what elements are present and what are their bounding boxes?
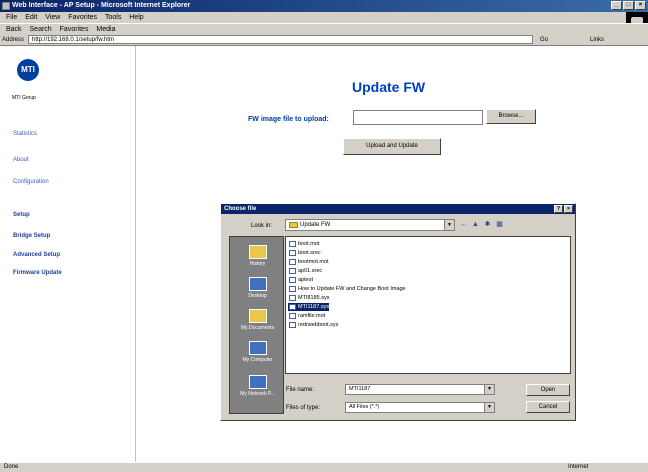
dialog-close-button[interactable]: ×: [564, 205, 573, 213]
fw-file-label: FW image file to upload:: [248, 116, 329, 123]
company-logo: MTI: [17, 59, 39, 81]
list-item[interactable]: bootmot.mot: [288, 258, 329, 266]
place-my-documents[interactable]: My Documents: [230, 309, 285, 331]
open-button[interactable]: Open: [526, 384, 570, 396]
browser-toolbar: Back Search Favorites Media: [0, 23, 648, 34]
menu-edit[interactable]: Edit: [25, 14, 37, 21]
chevron-down-icon[interactable]: ▼: [484, 385, 494, 394]
file-icon: [289, 277, 296, 283]
desktop-icon: [248, 277, 267, 291]
media-button[interactable]: Media: [96, 26, 115, 33]
chevron-down-icon[interactable]: ▼: [484, 403, 494, 412]
minimize-button[interactable]: _: [611, 1, 622, 10]
address-bar: Address http://192.168.0.1/setup/fw.htm …: [0, 34, 648, 46]
place-desktop[interactable]: Desktop: [230, 277, 285, 299]
dialog-titlebar: Choose file ? ×: [221, 204, 575, 214]
list-item[interactable]: ap01.srec: [288, 267, 322, 275]
search-button[interactable]: Search: [30, 26, 52, 33]
nav-statistics[interactable]: Statistics: [13, 131, 37, 137]
company-name: MTI Group: [12, 95, 36, 101]
cancel-button[interactable]: Cancel: [526, 401, 570, 413]
window-titlebar: Web Interface - AP Setup - Microsoft Int…: [0, 0, 648, 12]
sidebar: MTI MTI Group Statistics About Configura…: [0, 46, 136, 462]
browse-button[interactable]: Browse...: [486, 109, 536, 124]
chevron-down-icon[interactable]: ▼: [444, 220, 454, 230]
document-icon: [289, 286, 296, 292]
status-bar: Done Internet: [0, 462, 648, 472]
links-button[interactable]: Links: [590, 34, 604, 46]
file-name-label: File name:: [286, 387, 315, 393]
up-folder-icon[interactable]: ▲: [471, 220, 480, 229]
list-item[interactable]: aptest: [288, 276, 313, 284]
list-item[interactable]: boot.srec: [288, 249, 321, 257]
file-icon: [289, 250, 296, 256]
folder-icon: [289, 222, 298, 228]
file-icon: [289, 322, 296, 328]
nav-advanced-setup[interactable]: Advanced Setup: [13, 252, 60, 258]
menu-bar: File Edit View Favorites Tools Help: [0, 12, 648, 23]
back-button[interactable]: Back: [6, 26, 22, 33]
new-folder-icon[interactable]: ✱: [483, 220, 492, 229]
nav-setup[interactable]: Setup: [13, 212, 30, 218]
file-type-label: Files of type:: [286, 405, 321, 411]
documents-icon: [248, 309, 267, 323]
nav-bridge-setup[interactable]: Bridge Setup: [13, 233, 50, 239]
file-icon: [289, 259, 296, 265]
computer-icon: [248, 341, 267, 355]
file-icon: [289, 241, 296, 247]
list-item[interactable]: MTI8185.sys: [288, 294, 329, 302]
address-input[interactable]: http://192.168.0.1/setup/fw.htm: [28, 35, 533, 44]
place-my-computer[interactable]: My Computer: [230, 341, 285, 363]
dialog-title: Choose file: [224, 206, 257, 212]
nav-configuration[interactable]: Configuration: [13, 179, 49, 185]
address-label: Address: [2, 37, 25, 43]
place-my-network[interactable]: My Network P...: [230, 375, 285, 397]
look-in-label: Look in:: [251, 223, 273, 229]
list-item[interactable]: boot.mot: [288, 240, 319, 248]
ie-icon: [2, 2, 10, 10]
maximize-button[interactable]: □: [623, 1, 634, 10]
menu-favorites[interactable]: Favorites: [68, 14, 97, 21]
look-in-select[interactable]: Update FW ▼: [285, 219, 455, 231]
list-item-selected[interactable]: MTI1187.sys: [288, 303, 330, 311]
back-arrow-icon[interactable]: ←: [459, 220, 468, 229]
file-list[interactable]: boot.mot boot.srec bootmot.mot ap01.srec…: [285, 236, 571, 374]
menu-view[interactable]: View: [45, 14, 60, 21]
list-item[interactable]: How to Update FW and Change Boot Image: [288, 285, 406, 293]
file-icon: [289, 304, 296, 310]
go-button[interactable]: Go: [540, 34, 548, 46]
file-icon: [289, 268, 296, 274]
view-menu-icon[interactable]: ▦: [495, 220, 504, 229]
file-icon: [289, 295, 296, 301]
dialog-help-button[interactable]: ?: [554, 205, 563, 213]
status-text: Done: [4, 464, 19, 470]
close-button[interactable]: ×: [635, 1, 646, 10]
status-zone: Internet: [568, 464, 589, 470]
menu-help[interactable]: Help: [129, 14, 143, 21]
file-type-value: All Files (*.*): [349, 404, 380, 410]
list-item[interactable]: ramfile.mot: [288, 312, 325, 320]
nav-firmware-update[interactable]: Firmware Update: [13, 270, 62, 276]
menu-tools[interactable]: Tools: [105, 14, 121, 21]
history-icon: [248, 245, 267, 259]
look-in-value: Update FW: [300, 222, 331, 228]
place-history[interactable]: History: [230, 245, 285, 267]
page-title: Update FW: [352, 79, 426, 95]
favorites-button[interactable]: Favorites: [60, 26, 89, 33]
choose-file-dialog: Choose file ? × Look in: Update FW ▼ ← ▲…: [220, 203, 576, 421]
network-icon: [248, 375, 267, 389]
fw-file-input[interactable]: [353, 110, 483, 125]
upload-update-button[interactable]: Upload and Update: [343, 138, 441, 155]
file-type-select[interactable]: All Files (*.*) ▼: [345, 402, 495, 413]
file-name-input[interactable]: MTI1187 ▼: [345, 384, 495, 395]
menu-file[interactable]: File: [6, 14, 17, 21]
list-item[interactable]: redrwebboot.sys: [288, 321, 338, 329]
window-title: Web Interface - AP Setup - Microsoft Int…: [12, 2, 191, 9]
nav-about[interactable]: About: [13, 157, 29, 163]
places-bar: History Desktop My Documents My Computer…: [229, 236, 284, 414]
file-icon: [289, 313, 296, 319]
file-name-value: MTI1187: [349, 386, 371, 392]
